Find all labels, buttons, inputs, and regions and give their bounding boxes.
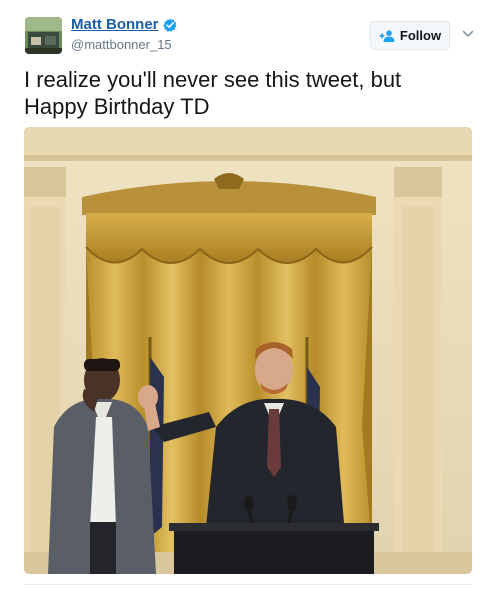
person-plus-icon xyxy=(379,29,395,42)
user-handle[interactable]: @mattbonner_15 xyxy=(71,37,172,52)
verified-badge-icon xyxy=(162,18,177,32)
follow-button[interactable]: Follow xyxy=(370,21,450,50)
tweet-photo-illustration xyxy=(24,127,472,574)
avatar[interactable] xyxy=(25,17,62,54)
follow-button-label: Follow xyxy=(399,28,442,43)
chevron-down-icon[interactable] xyxy=(462,29,474,39)
tweet-text: I realize you'll never see this tweet, b… xyxy=(24,66,474,120)
user-display-name[interactable]: Matt Bonner xyxy=(71,16,159,33)
tweet-photo[interactable] xyxy=(24,127,472,574)
tweet-text-line: Happy Birthday TD xyxy=(24,94,210,119)
user-name-row: Matt Bonner xyxy=(71,16,177,33)
tweet-text-line: I realize you'll never see this tweet, b… xyxy=(24,67,402,92)
divider xyxy=(24,584,472,585)
